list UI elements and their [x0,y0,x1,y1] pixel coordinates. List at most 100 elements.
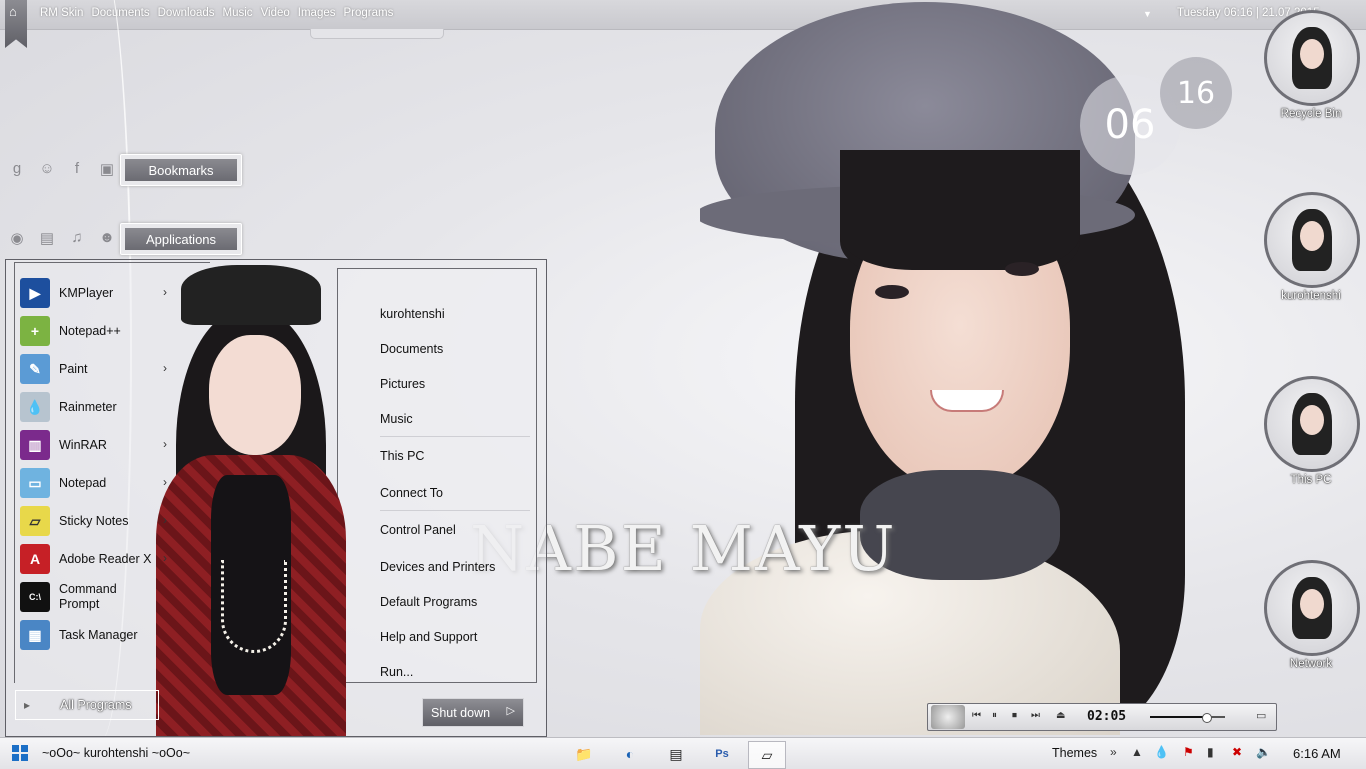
eject-icon[interactable]: ⏏ [1056,710,1065,721]
place-connect-to[interactable]: Connect To [380,475,530,510]
chevron-right-icon[interactable]: › [163,361,167,375]
desktop-icon-recycle-bin[interactable]: Recycle Bin [1264,10,1360,120]
stop-icon[interactable]: ⏹ [1012,710,1017,721]
facebook-icon[interactable]: f [68,160,86,178]
notepadpp-icon: + [20,316,50,346]
desktop-icon-network[interactable]: Network [1264,560,1360,670]
places-list: kurohtenshi Documents Pictures Music Thi… [380,296,530,689]
place-documents[interactable]: Documents [380,331,530,366]
app-item-task-manager[interactable]: ▦ Task Manager [16,616,186,654]
sticky-notes-icon: ▱ [20,506,50,536]
picture-icon[interactable]: ▤ [38,229,56,247]
tray-up-arrow-icon[interactable]: ▲ [1131,745,1143,759]
pause-icon[interactable]: ⏸ [992,710,997,721]
adobe-reader-icon: A [20,544,50,574]
chevron-right-icon[interactable]: › [163,285,167,299]
place-run[interactable]: Run... [380,654,530,689]
bookmarks-label: Bookmarks [125,159,237,181]
chevron-right-icon[interactable]: › [163,513,167,527]
place-control-panel[interactable]: Control Panel [380,510,530,549]
recycle-bin-icon [1264,10,1360,106]
volume-knob[interactable] [1202,713,1213,723]
app-item-command-prompt[interactable]: C:\ Command Prompt [16,578,186,616]
taskbar: ~oOo~ kurohtenshi ~oOo~ 📁 ◐ ▤ Ps ▱ Theme… [0,737,1366,769]
start-menu: ▶ KMPlayer › + Notepad++ ✎ Paint › 💧 Rai… [5,259,547,737]
shutdown-button[interactable]: Shut down ▷ [422,698,524,727]
taskbar-title: ~oOo~ kurohtenshi ~oOo~ [42,746,191,760]
themes-toolbar[interactable]: Themes [1052,746,1097,760]
place-music[interactable]: Music [380,401,530,436]
file-explorer-icon[interactable]: 📁 [566,741,602,767]
toolbar-overflow-icon[interactable]: » [1110,745,1117,759]
notepad-icon: ▭ [20,468,50,498]
bookmarks-button[interactable]: Bookmarks [120,154,242,186]
top-link-video[interactable]: Video [261,7,290,19]
place-pictures[interactable]: Pictures [380,366,530,401]
place-devices-printers[interactable]: Devices and Printers [380,549,530,584]
rainmeter-icon: 💧 [20,392,50,422]
arrow-right-icon: ▸ [24,698,31,712]
google-icon[interactable]: g [8,160,26,178]
windows-start-icon[interactable] [12,745,28,761]
restore-icon[interactable]: ▭ [1256,709,1266,722]
next-icon[interactable]: ⏭ [1031,710,1040,721]
all-programs-button[interactable]: ▸ All Programs [15,690,159,720]
home-icon: ⌂ [9,4,17,19]
app-item-paint[interactable]: ✎ Paint › [16,350,186,388]
home-tab[interactable]: ⌂ [5,0,27,48]
media-player: ⏮ ⏸ ⏹ ⏭ ⏏ 02:05 ▭ [927,703,1277,731]
album-art [931,705,965,729]
music-note-icon[interactable]: ♫ [68,229,86,247]
app-item-kmplayer[interactable]: ▶ KMPlayer › [16,274,186,312]
app-item-notepadpp[interactable]: + Notepad++ [16,312,186,350]
app-item-notepad[interactable]: ▭ Notepad › [16,464,186,502]
task-manager-icon: ▦ [20,620,50,650]
top-link-images[interactable]: Images [298,7,336,19]
clock-minute-widget: 16 [1160,57,1232,129]
firefox-taskbar-icon[interactable]: ◐ [612,741,648,767]
place-help-support[interactable]: Help and Support [380,619,530,654]
top-pull-tab[interactable] [310,29,444,39]
place-user[interactable]: kurohtenshi [380,296,530,331]
chevron-right-icon[interactable]: › [163,551,167,565]
command-prompt-icon: C:\ [20,582,50,612]
applications-label: Applications [125,228,237,250]
pinned-apps-list: ▶ KMPlayer › + Notepad++ ✎ Paint › 💧 Rai… [16,274,186,654]
rainmeter-tray-icon[interactable]: 💧 [1154,745,1169,759]
chevron-right-icon[interactable]: › [163,437,167,451]
sticky-notes-taskbar-icon[interactable]: ▱ [748,741,786,769]
power-icon[interactable]: ▮ [1207,745,1214,759]
youtube-icon[interactable]: ▣ [98,160,116,178]
paint-icon: ✎ [20,354,50,384]
previous-icon[interactable]: ⏮ [972,710,981,721]
place-this-pc[interactable]: This PC [380,436,530,475]
chevron-right-icon[interactable]: › [163,475,167,489]
winrar-icon: ▥ [20,430,50,460]
kmplayer-icon: ▶ [20,278,50,308]
app-item-rainmeter[interactable]: 💧 Rainmeter [16,388,186,426]
this-pc-icon [1264,376,1360,472]
top-link-downloads[interactable]: Downloads [158,7,215,19]
action-center-icon[interactable]: ⚑ [1183,745,1194,759]
network-tray-icon[interactable]: ✖ [1232,745,1242,759]
top-link-programs[interactable]: Programs [344,7,394,19]
firefox-icon[interactable]: ◉ [8,229,26,247]
desktop-icon-this-pc[interactable]: This PC [1264,376,1360,486]
taskbar-clock[interactable]: 6:16 AM [1293,746,1341,761]
volume-icon[interactable]: 🔈 [1256,745,1271,759]
app-item-adobe-reader[interactable]: A Adobe Reader X › [16,540,186,578]
network-icon [1264,560,1360,656]
desktop-icon-user[interactable]: kurohtenshi [1264,192,1360,302]
volume-slider[interactable] [1150,713,1225,723]
app-item-winrar[interactable]: ▥ WinRAR › [16,426,186,464]
user-folder-icon [1264,192,1360,288]
place-default-programs[interactable]: Default Programs [380,584,530,619]
top-link-music[interactable]: Music [223,7,253,19]
shutdown-options-chevron-icon[interactable]: ▷ [507,704,515,717]
photoshop-icon[interactable]: Ps [704,741,740,767]
applications-button[interactable]: Applications [120,223,242,255]
users-icon[interactable]: ☻ [98,229,116,247]
deviantart-icon[interactable]: ☺ [38,160,56,178]
paint-taskbar-icon[interactable]: ▤ [658,741,694,767]
app-item-sticky-notes[interactable]: ▱ Sticky Notes › [16,502,186,540]
